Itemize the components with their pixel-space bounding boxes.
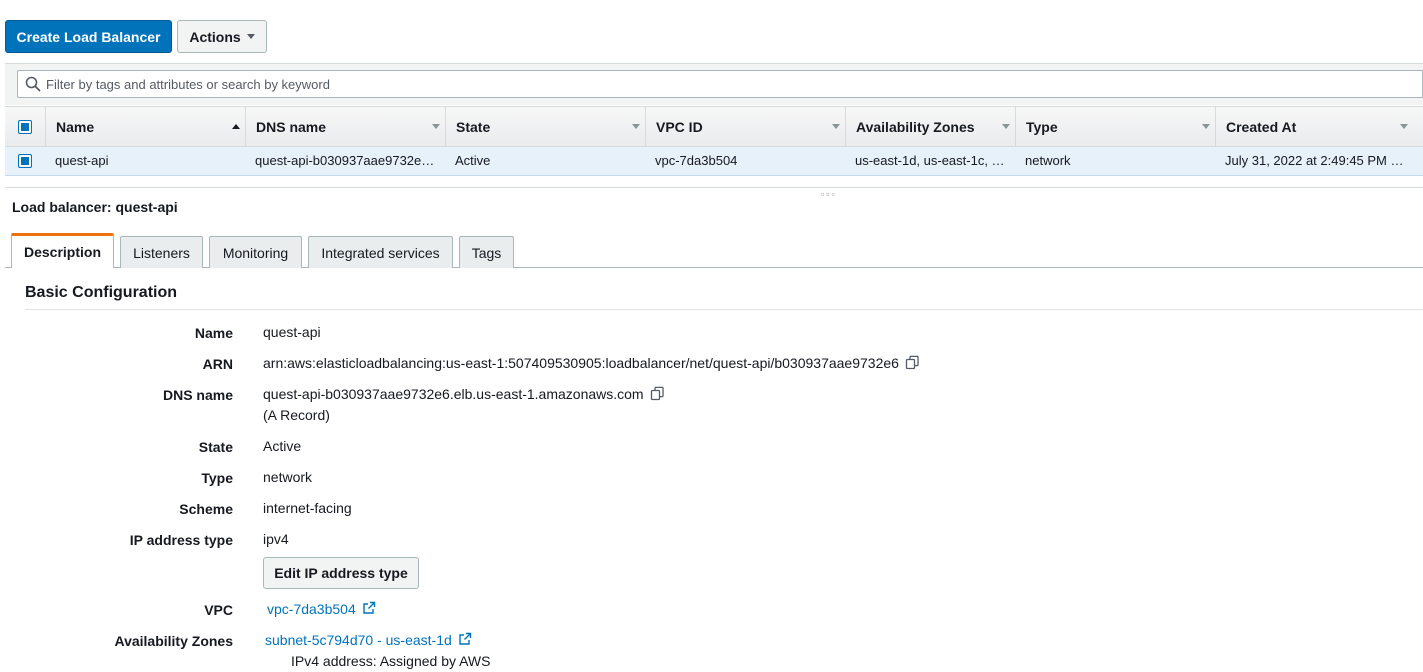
select-all-checkbox[interactable]	[18, 120, 32, 134]
search-box[interactable]	[17, 70, 1423, 98]
field-label-type: Type	[201, 470, 233, 486]
copy-icon[interactable]	[905, 355, 920, 370]
column-header-vpc-id[interactable]: VPC ID	[645, 107, 845, 146]
cell-created-at: July 31, 2022 at 2:49:45 PM …	[1225, 153, 1404, 168]
table-header: Name DNS name State VPC ID Availability …	[5, 106, 1423, 147]
field-value-dns-row: quest-api-b030937aae9732e6.elb.us-east-1…	[263, 386, 665, 402]
column-header-label: Created At	[1226, 118, 1297, 135]
field-value-scheme: internet-facing	[263, 500, 352, 516]
cell-name: quest-api	[55, 153, 109, 168]
subnet-link[interactable]: subnet-5c794d70 - us-east-1d	[265, 632, 452, 648]
actions-button[interactable]: Actions	[177, 20, 267, 53]
field-label-scheme: Scheme	[179, 501, 233, 517]
sort-icon	[1202, 124, 1210, 129]
search-icon	[25, 76, 41, 92]
column-header-label: Name	[56, 118, 95, 135]
tab-description[interactable]: Description	[11, 233, 114, 268]
table-row[interactable]: quest-api quest-api-b030937aae9732e… Act…	[5, 147, 1423, 176]
tab-tags[interactable]: Tags	[459, 236, 514, 268]
column-header-dns-name[interactable]: DNS name	[245, 107, 445, 146]
section-title: Basic Configuration	[25, 284, 178, 301]
sort-ascending-icon	[232, 124, 240, 129]
cell-vpc-id: vpc-7da3b504	[655, 153, 738, 168]
copy-icon[interactable]	[650, 386, 665, 401]
edit-ip-address-type-button[interactable]: Edit IP address type	[263, 557, 419, 589]
column-header-state[interactable]: State	[445, 107, 645, 146]
filter-bar	[5, 63, 1423, 105]
column-header-name[interactable]: Name	[45, 107, 245, 146]
cell-type: network	[1025, 153, 1071, 168]
sort-icon	[832, 124, 840, 129]
field-label-name: Name	[194, 325, 233, 341]
field-label-arn: ARN	[202, 356, 233, 372]
field-value-type: network	[263, 469, 313, 485]
field-label-availability-zones: Availability Zones	[114, 633, 233, 649]
chevron-down-icon	[246, 34, 255, 39]
field-value-ipv4-address: IPv4 address: Assigned by AWS	[291, 653, 491, 669]
cell-state: Active	[455, 153, 491, 168]
pane-divider	[5, 187, 1423, 188]
column-header-type[interactable]: Type	[1015, 107, 1215, 146]
tab-integrated-services[interactable]: Integrated services	[308, 236, 453, 268]
column-header-availability-zones[interactable]: Availability Zones	[845, 107, 1015, 146]
sort-icon	[432, 124, 440, 129]
sort-icon	[1002, 124, 1010, 129]
details-title: Load balancer: quest-api	[12, 199, 178, 215]
cell-availability-zones: us-east-1d, us-east-1c, …	[855, 153, 1005, 168]
field-label-ip-address-type: IP address type	[129, 532, 233, 548]
external-link-icon[interactable]	[362, 601, 376, 615]
sort-icon	[1400, 124, 1408, 129]
search-input[interactable]	[46, 74, 946, 94]
column-header-label: State	[456, 118, 491, 135]
column-header-label: DNS name	[256, 118, 327, 135]
create-load-balancer-button[interactable]: Create Load Balancer	[5, 20, 172, 53]
field-value-arn-row: arn:aws:elasticloadbalancing:us-east-1:5…	[263, 355, 920, 371]
row-checkbox[interactable]	[18, 154, 32, 168]
field-value-state: Active	[263, 438, 302, 454]
field-value-vpc-row: vpc-7da3b504	[267, 601, 376, 617]
external-link-icon[interactable]	[458, 632, 472, 646]
vpc-link[interactable]: vpc-7da3b504	[267, 601, 356, 617]
sort-icon	[632, 124, 640, 129]
field-value-dns-name: quest-api-b030937aae9732e6.elb.us-east-1…	[263, 386, 644, 402]
column-header-created-at[interactable]: Created At	[1215, 107, 1423, 146]
column-header-label: Availability Zones	[856, 118, 975, 135]
field-label-dns-name: DNS name	[162, 387, 233, 403]
section-divider	[25, 309, 1423, 310]
cell-dns-name: quest-api-b030937aae9732e…	[255, 153, 435, 168]
column-header-label: Type	[1026, 118, 1058, 135]
actions-label: Actions	[189, 28, 241, 45]
field-label-state: State	[198, 439, 233, 455]
field-label-vpc: VPC	[204, 602, 233, 618]
tab-monitoring[interactable]: Monitoring	[209, 236, 302, 268]
field-value-name: quest-api	[263, 324, 321, 340]
tab-listeners[interactable]: Listeners	[120, 236, 203, 268]
field-note-a-record: (A Record)	[263, 407, 330, 423]
field-value-arn: arn:aws:elasticloadbalancing:us-east-1:5…	[263, 355, 899, 371]
column-header-label: VPC ID	[656, 118, 703, 135]
resize-handle[interactable]: ▫▫▫	[821, 189, 837, 199]
field-value-ip-address-type: ipv4	[263, 531, 289, 547]
field-value-az-row: subnet-5c794d70 - us-east-1d	[265, 632, 472, 648]
